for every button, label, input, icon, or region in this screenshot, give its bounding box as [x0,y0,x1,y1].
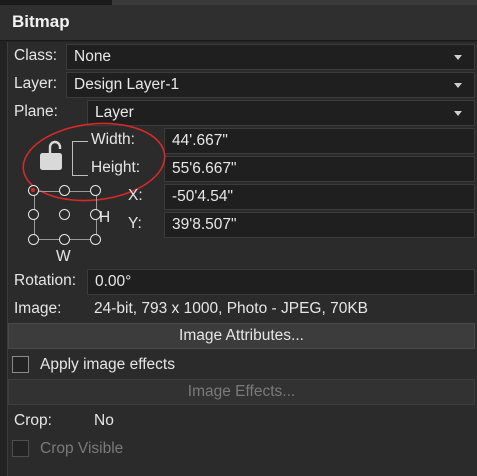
handle-bottom-left[interactable] [28,234,39,245]
handle-middle-left[interactable] [28,209,39,220]
width-field[interactable]: 44'.667" [164,128,475,154]
apply-image-effects-checkbox[interactable] [12,356,29,373]
image-attributes-button[interactable]: Image Attributes... [8,323,475,349]
rotation-value: 0.00° [95,273,132,290]
lock-bracket-top [72,141,88,142]
layer-label: Layer: [14,75,58,92]
plane-dropdown[interactable]: Layer [87,100,475,126]
width-label: Width: [91,131,135,148]
image-info: 24-bit, 793 x 1000, Photo - JPEG, 70KB [94,300,368,317]
x-value: -50'4.54" [172,188,234,205]
lock-bracket [72,141,73,175]
lock-bracket-bottom [72,175,88,176]
position-box [26,183,106,253]
layer-value: Design Layer-1 [74,76,180,93]
handle-center[interactable] [59,209,70,220]
width-value: 44'.667" [172,132,228,149]
handle-top-left[interactable] [28,185,39,196]
plane-value: Layer [95,104,134,121]
crop-visible-checkbox[interactable] [12,440,29,457]
rotation-field[interactable]: 0.00° [87,269,475,295]
apply-image-effects-label[interactable]: Apply image effects [40,356,175,374]
unlocked-padlock-icon[interactable] [36,138,70,174]
y-field[interactable]: 39'8.507" [164,212,475,238]
image-effects-label: Image Effects... [187,383,296,400]
plane-label: Plane: [14,103,58,120]
crop-value: No [94,412,114,429]
palette-title: Bitmap [12,12,70,31]
image-label: Image: [14,300,62,317]
handle-top-center[interactable] [59,185,70,196]
handle-bottom-center[interactable] [59,234,70,245]
layer-dropdown[interactable]: Design Layer-1 [66,72,475,98]
x-label: X: [128,187,143,204]
height-field[interactable]: 55'6.667" [164,156,475,182]
rotation-label: Rotation: [14,272,77,289]
y-value: 39'8.507" [172,216,237,233]
crop-label: Crop: [14,412,52,429]
chevron-down-icon [454,55,462,60]
palette-header: Bitmap [0,5,477,41]
x-field[interactable]: -50'4.54" [164,184,475,210]
height-value: 55'6.667" [172,160,237,177]
class-value: None [74,48,112,65]
crop-visible-label[interactable]: Crop Visible [40,440,123,458]
image-attributes-label: Image Attributes... [179,327,304,344]
class-dropdown[interactable]: None [66,44,475,70]
handle-bottom-right[interactable] [90,234,101,245]
class-label: Class: [14,47,58,64]
handle-top-right[interactable] [90,185,101,196]
chevron-down-icon [454,83,462,88]
y-label: Y: [128,215,142,232]
height-label: Height: [91,159,141,176]
image-effects-button[interactable]: Image Effects... [8,379,475,405]
position-box-h-label: H [99,209,111,226]
position-box-w-label: W [56,248,71,265]
chevron-down-icon [454,111,462,116]
